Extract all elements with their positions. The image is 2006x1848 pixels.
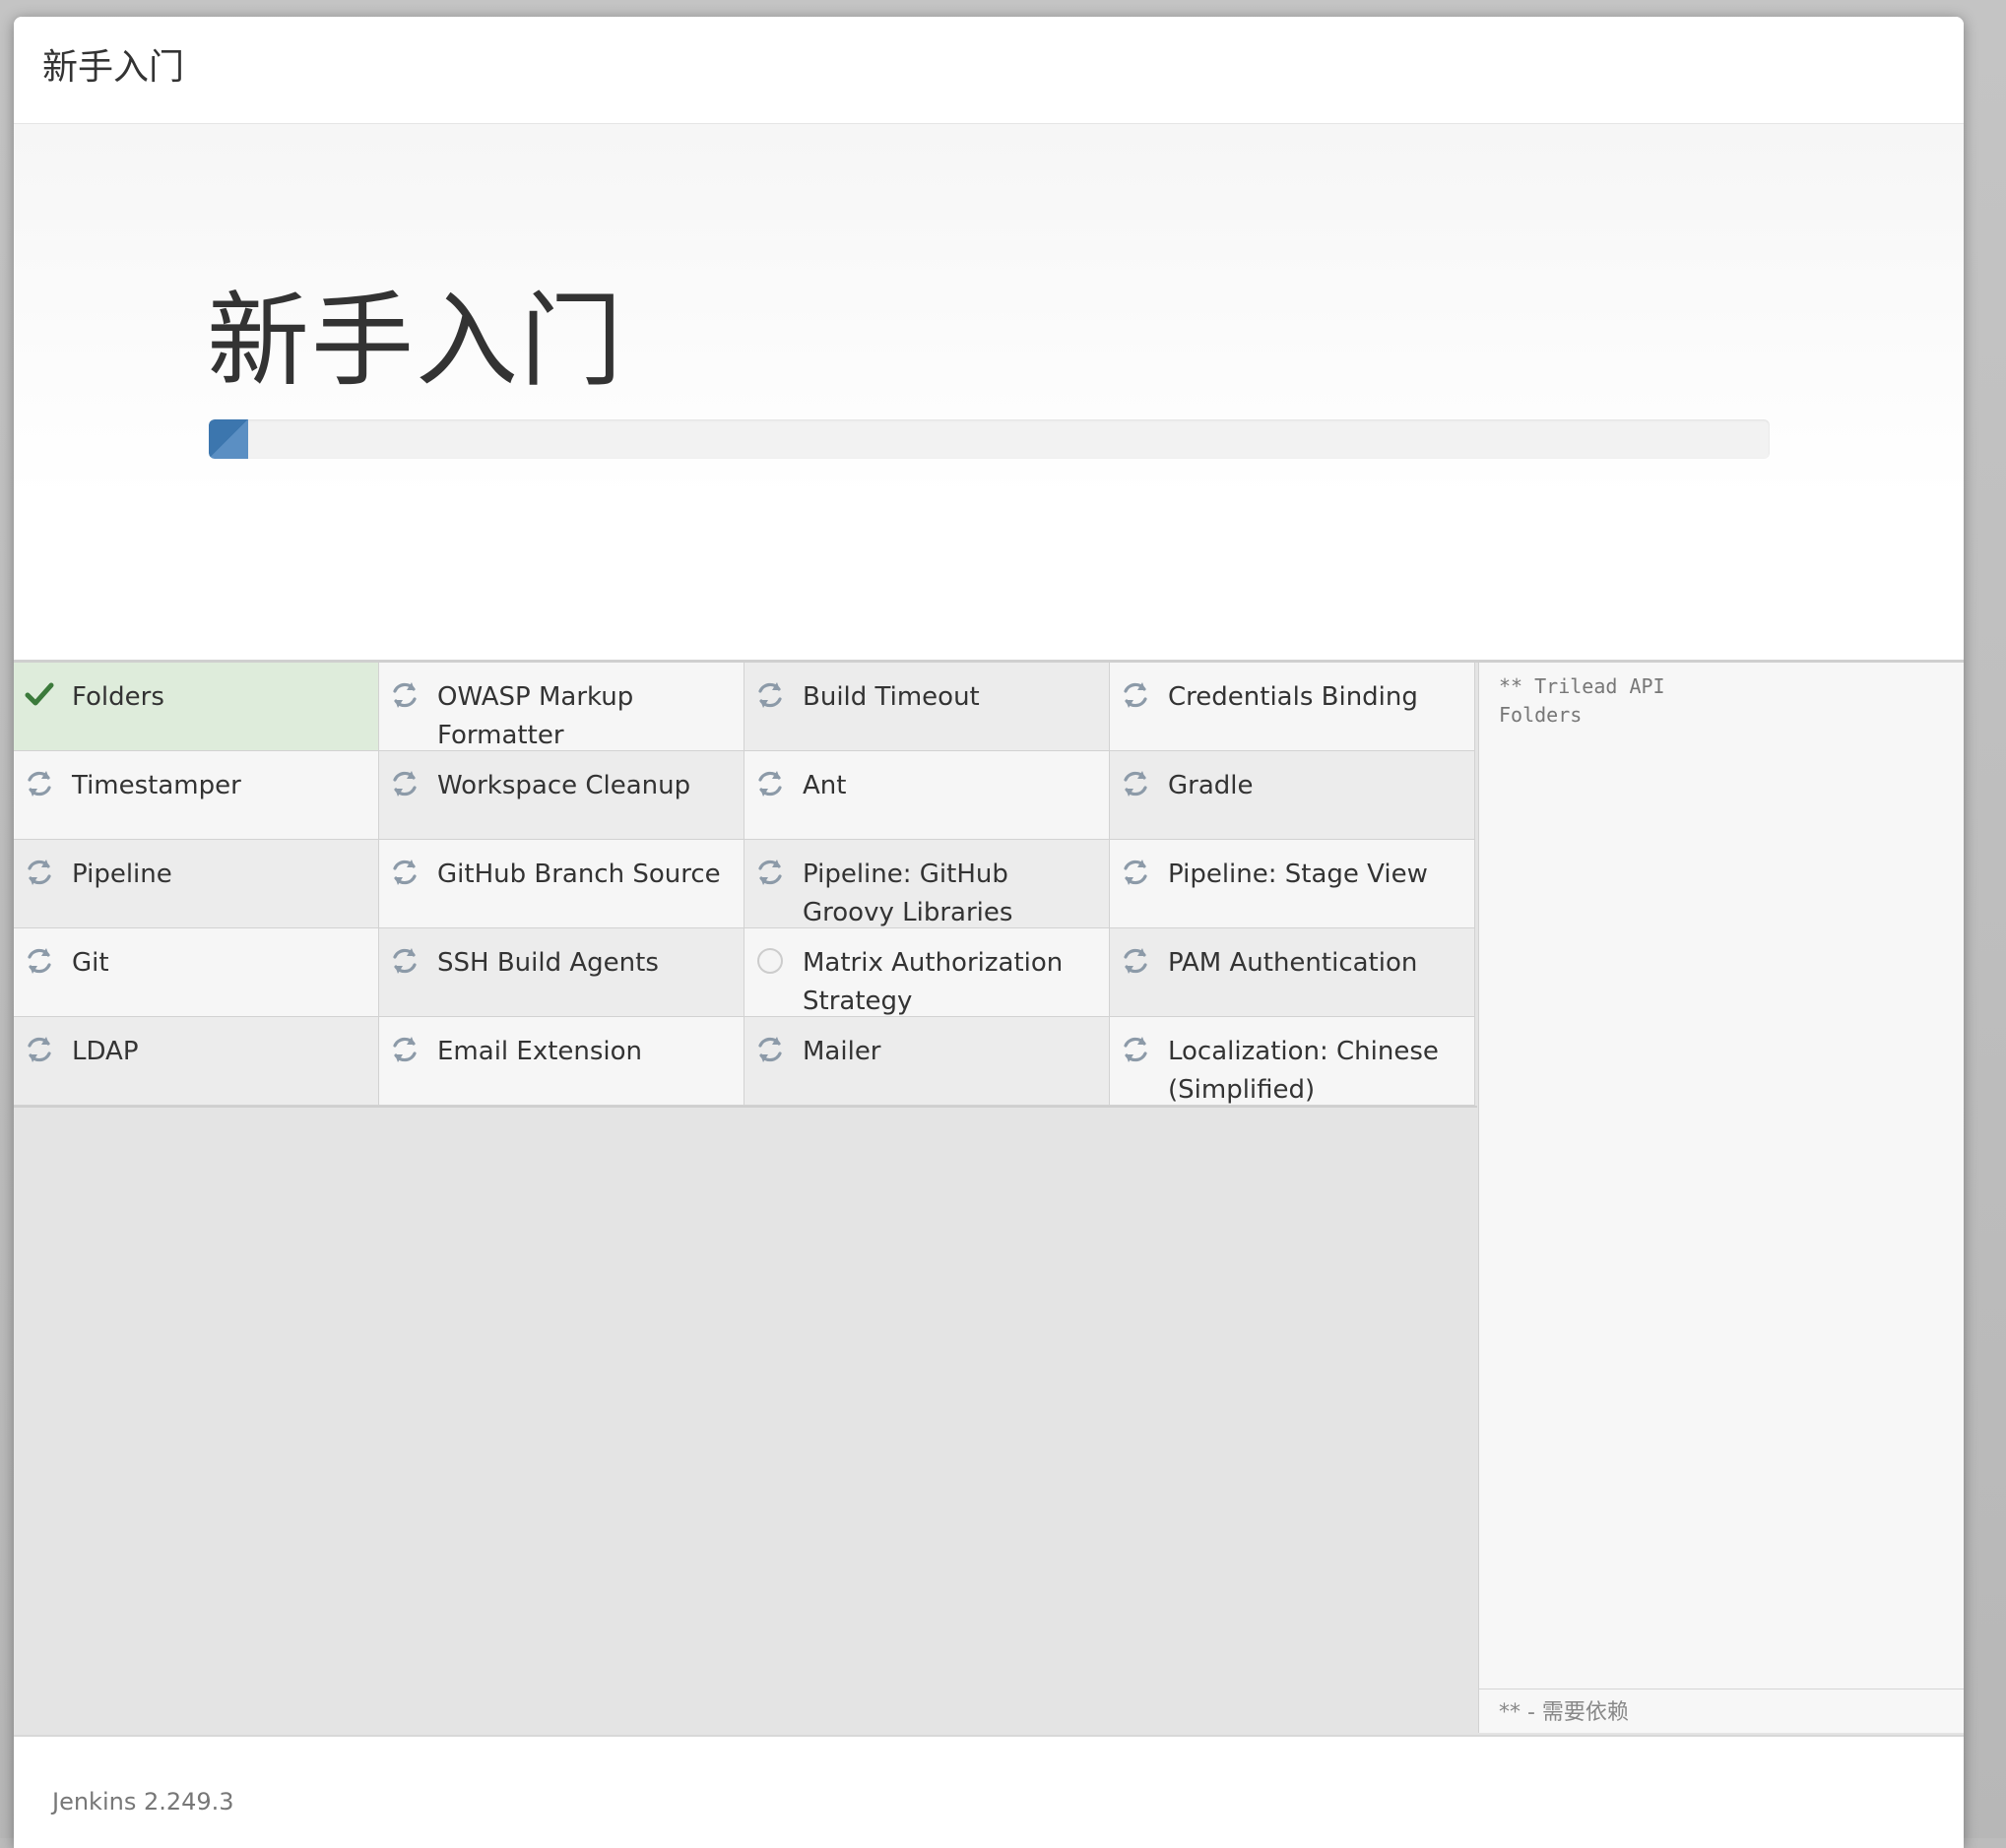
refresh-icon [23, 767, 56, 800]
plugin-list: Folders OWASP Markup Formatter Build Timeo… [14, 663, 1477, 1108]
plugin-item: Ant [744, 751, 1110, 840]
refresh-icon [388, 1033, 421, 1066]
plugin-name: Localization: Chinese (Simplified) [1168, 1037, 1439, 1105]
plugin-item: Gradle [1110, 751, 1475, 840]
plugin-item: Credentials Binding [1110, 663, 1475, 751]
refresh-icon [753, 1033, 787, 1066]
plugin-name: Workspace Cleanup [437, 771, 691, 800]
plugin-item: Timestamper [14, 751, 379, 840]
plugins-area: Folders OWASP Markup Formatter Build Timeo… [14, 660, 1964, 1752]
plugin-name: Build Timeout [803, 682, 980, 712]
refresh-icon [1119, 1033, 1152, 1066]
plugin-name: GitHub Branch Source [437, 860, 721, 889]
plugin-name: Matrix Authorization Strategy [803, 948, 1064, 1016]
dependency-legend: ** - 需要依赖 [1479, 1689, 1964, 1733]
plugin-item: Email Extension [379, 1017, 744, 1106]
refresh-icon [1119, 678, 1152, 712]
install-progress-fill [209, 419, 248, 459]
plugin-name: Git [72, 948, 109, 978]
refresh-icon [388, 856, 421, 889]
hero-section: 新手入门 [14, 124, 1964, 660]
jenkins-version: Jenkins 2.249.3 [52, 1788, 234, 1816]
plugin-item: PAM Authentication [1110, 928, 1475, 1017]
hero-title: 新手入门 [207, 281, 625, 401]
plugin-name: Pipeline [72, 860, 172, 889]
plugin-item: Localization: Chinese (Simplified) [1110, 1017, 1475, 1106]
plugin-name: LDAP [72, 1037, 139, 1066]
install-log-line: ** Trilead API [1499, 674, 1665, 698]
plugin-name: Pipeline: Stage View [1168, 860, 1428, 889]
plugin-item: GitHub Branch Source [379, 840, 744, 928]
install-log-line: Folders [1499, 703, 1583, 727]
refresh-icon [23, 856, 56, 889]
install-log-panel[interactable]: ** Trilead API Folders ** - 需要依赖 [1478, 663, 1964, 1733]
plugin-item: Workspace Cleanup [379, 751, 744, 840]
setup-wizard-dialog: 新手入门 新手入门 Folders OWASP Markup Formatter B… [14, 17, 1964, 1848]
refresh-icon [388, 944, 421, 978]
plugin-name: Credentials Binding [1168, 682, 1418, 712]
plugin-name: PAM Authentication [1168, 948, 1418, 978]
plugin-name: Pipeline: GitHub Groovy Libraries [803, 860, 1013, 927]
plugin-item: Git [14, 928, 379, 1017]
refresh-icon [753, 767, 787, 800]
dialog-title: 新手入门 [42, 47, 185, 88]
refresh-icon [1119, 767, 1152, 800]
plugin-name: Email Extension [437, 1037, 643, 1066]
install-progress-bar [209, 419, 1770, 459]
plugin-item: SSH Build Agents [379, 928, 744, 1017]
plugin-name: Mailer [803, 1037, 881, 1066]
plugin-item: Folders [14, 663, 379, 751]
plugin-item: Build Timeout [744, 663, 1110, 751]
refresh-icon [1119, 856, 1152, 889]
plugin-name: Gradle [1168, 771, 1254, 800]
plugin-item: Pipeline: GitHub Groovy Libraries [744, 840, 1110, 928]
check-icon [23, 678, 56, 712]
refresh-icon [23, 1033, 56, 1066]
refresh-icon [753, 856, 787, 889]
plugin-name: Timestamper [72, 771, 241, 800]
refresh-icon [1119, 944, 1152, 978]
dialog-header: 新手入门 [14, 17, 1964, 124]
plugin-name: SSH Build Agents [437, 948, 659, 978]
plugin-name: Folders [72, 682, 164, 712]
plugin-name: Ant [803, 771, 847, 800]
install-log-text: ** Trilead API Folders [1499, 672, 1665, 730]
refresh-icon [388, 767, 421, 800]
refresh-icon [23, 944, 56, 978]
plugin-item: Matrix Authorization Strategy [744, 928, 1110, 1017]
plugin-item: LDAP [14, 1017, 379, 1106]
footer: Jenkins 2.249.3 [14, 1735, 1964, 1848]
refresh-icon [753, 678, 787, 712]
plugin-item: OWASP Markup Formatter [379, 663, 744, 751]
plugin-name: OWASP Markup Formatter [437, 682, 634, 750]
refresh-icon [388, 678, 421, 712]
plugin-item: Pipeline: Stage View [1110, 840, 1475, 928]
circle-icon [753, 944, 787, 978]
plugin-item: Pipeline [14, 840, 379, 928]
plugin-item: Mailer [744, 1017, 1110, 1106]
